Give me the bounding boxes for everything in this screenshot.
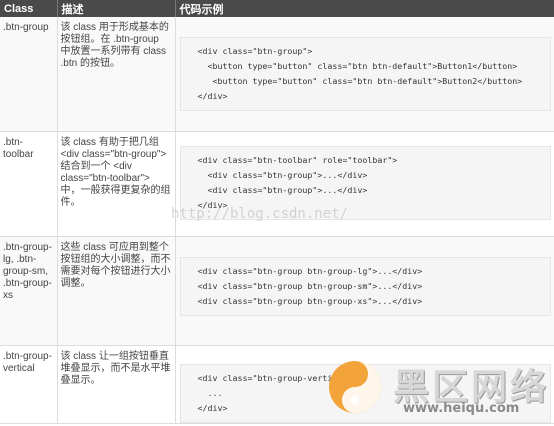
header-description: 描述 bbox=[57, 0, 176, 17]
code-line: </div> bbox=[197, 199, 228, 210]
header-code-example: 代码示例 bbox=[175, 0, 554, 17]
code-line: <button type="button" class="btn btn-def… bbox=[197, 76, 523, 86]
code-example: <div class="btn-group btn-group-lg">...<… bbox=[179, 256, 551, 316]
code-line: <div class="btn-group"> bbox=[197, 46, 313, 56]
class-name: .btn-group-lg, .btn-group-sm, .btn-group… bbox=[0, 236, 58, 346]
class-description: 该 class 让一组按钮垂直堆叠显示，而不是水平堆叠显示。 bbox=[57, 345, 176, 424]
code-line: <div class="btn-group btn-group-xs">...<… bbox=[197, 295, 423, 306]
table-row: .btn-toolbar 该 class 有助于把几组 <div class="… bbox=[0, 131, 554, 237]
table-header-row: Class 描述 代码示例 bbox=[0, 0, 554, 17]
class-name: .btn-toolbar bbox=[0, 131, 58, 237]
table-row: .btn-group 该 class 用于形成基本的按钮组。在 .btn-gro… bbox=[0, 17, 554, 132]
code-example: <div class="btn-group-vertical"> ... </di… bbox=[179, 363, 551, 423]
code-line: <div class="btn-group-vertical"> bbox=[197, 372, 358, 383]
code-line: ... bbox=[197, 387, 223, 398]
code-line: <div class="btn-group">...</div> bbox=[197, 184, 368, 195]
header-class: Class bbox=[0, 0, 58, 17]
class-reference-table: Class 描述 代码示例 .btn-group 该 class 用于形成基本的… bbox=[0, 0, 554, 424]
class-description: 该 class 用于形成基本的按钮组。在 .btn-group 中放置一系列带有… bbox=[57, 17, 176, 132]
class-name: .btn-group-vertical bbox=[0, 345, 58, 424]
code-line: <div class="btn-group">...</div> bbox=[197, 169, 368, 180]
table-row: .btn-group-vertical 该 class 让一组按钮垂直堆叠显示，… bbox=[0, 345, 554, 424]
code-example: <div class="btn-group"> <button type="bu… bbox=[179, 37, 551, 111]
code-line: <div class="btn-toolbar" role="toolbar"> bbox=[197, 154, 398, 165]
code-line: <button type="button" class="btn btn-def… bbox=[197, 61, 518, 71]
code-example: <div class="btn-toolbar" role="toolbar">… bbox=[179, 145, 551, 220]
table-row: .btn-group-lg, .btn-group-sm, .btn-group… bbox=[0, 236, 554, 346]
code-line: </div> bbox=[197, 402, 228, 413]
code-line: <div class="btn-group btn-group-sm">...<… bbox=[197, 280, 423, 291]
class-description: 该 class 有助于把几组 <div class="btn-group"> 结… bbox=[57, 131, 176, 237]
class-description: 这些 class 可应用到整个按钮组的大小调整，而不需要对每个按钮进行大小调整。 bbox=[57, 236, 176, 346]
code-line: </div> bbox=[197, 91, 228, 101]
code-line: <div class="btn-group btn-group-lg">...<… bbox=[197, 265, 423, 276]
class-name: .btn-group bbox=[0, 17, 58, 132]
